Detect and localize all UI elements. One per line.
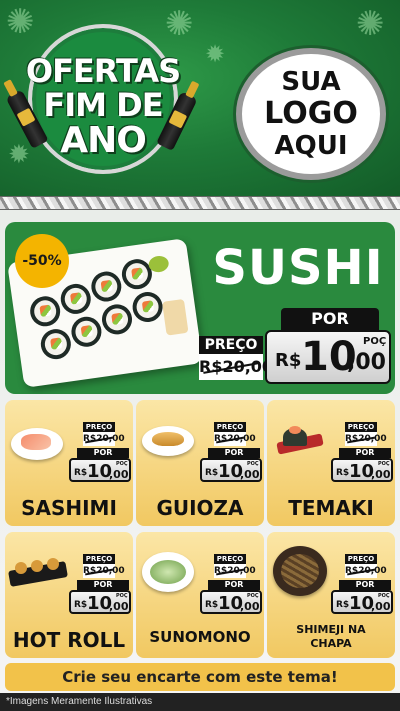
old-price: R$20,00 [214, 432, 256, 446]
price-cents: ,00 [347, 350, 386, 375]
new-price: R$ 10 ,00 POÇ [69, 458, 131, 482]
logo-line-2: LOGO [264, 96, 358, 131]
price-block: PREÇO R$20,00 POR R$ 10 ,00 POÇ [200, 422, 262, 484]
product-name-line-1: SHIMEJI NA [296, 623, 366, 636]
old-price: R$20,00 [199, 354, 273, 380]
price-block: PREÇO R$20,00 POR R$ 10 ,00 POÇ [69, 422, 131, 484]
old-price: R$20,00 [345, 432, 387, 446]
product-name-line-2: CHAPA [310, 637, 352, 650]
sashimi-image [11, 428, 63, 460]
product-card-temaki: PREÇO R$20,00 POR R$ 10 ,00 POÇ TEMAKI [267, 400, 395, 526]
badge-line-2: FIM DE [43, 86, 163, 124]
new-price: R$ 10 ,00 POÇ [331, 458, 393, 482]
offer-flyer: ✺ ✺ ✹ ✺ ✹ OFERTAS FIM DE ANO SUA LOGO AQ… [0, 0, 400, 711]
product-name: SUNOMONO [149, 628, 251, 646]
new-price: R$ 10 ,00 POÇ [200, 458, 262, 482]
firework-icon: ✺ [356, 4, 385, 44]
product-card-shimeji: PREÇO R$20,00 POR R$ 10 ,00 POÇ SHIMEJI … [267, 532, 395, 658]
rope-divider [0, 196, 400, 210]
badge-line-3: ANO [60, 120, 147, 161]
price-block: PREÇO R$20,00 POR R$ 10 ,00 POÇ [69, 554, 131, 616]
currency-symbol: R$ [275, 350, 302, 371]
por-label: POR [281, 308, 379, 330]
product-name: GUIOZA [156, 496, 244, 520]
old-price: R$20,00 [83, 564, 125, 578]
new-price: R$ 10 ,00 POÇ [69, 590, 131, 614]
product-card-sashimi: PREÇO R$20,00 POR R$ 10 ,00 POÇ SASHIMI [5, 400, 133, 526]
new-price: R$ 10 ,00 POÇ [331, 590, 393, 614]
product-name: SASHIMI [21, 496, 117, 520]
hero-offer: -50% SUSHI POR PREÇO R$20,00 R$ 10 ,00 P… [5, 222, 395, 394]
guioza-image [142, 426, 194, 456]
preco-label: PREÇO [199, 336, 263, 354]
old-price: R$20,00 [83, 432, 125, 446]
hero-title: SUSHI [212, 240, 384, 296]
hot-roll-image [8, 558, 68, 587]
discount-badge: -50% [15, 234, 69, 288]
logo-line-3: AQUI [274, 131, 348, 161]
product-name: HOT ROLL [12, 628, 126, 652]
product-card-hot-roll: PREÇO R$20,00 POR R$ 10 ,00 POÇ HOT ROLL [5, 532, 133, 658]
new-price: R$ 10 ,00 POÇ [200, 590, 262, 614]
price-block: PREÇO R$20,00 POR R$ 10 ,00 POÇ [200, 554, 262, 616]
new-price: R$ 10 ,00 POÇ [265, 330, 391, 384]
temaki-image [273, 426, 327, 456]
price-block: PREÇO R$20,00 POR R$ 10 ,00 POÇ [331, 554, 393, 616]
product-card-guioza: PREÇO R$20,00 POR R$ 10 ,00 POÇ GUIOZA [136, 400, 264, 526]
sunomono-image [142, 552, 194, 592]
cta-banner: Crie seu encarte com este tema! [5, 663, 395, 691]
shimeji-image [273, 546, 327, 596]
product-card-sunomono: PREÇO R$20,00 POR R$ 10 ,00 POÇ SUNOMONO [136, 532, 264, 658]
disclaimer-note: *Imagens Meramente Ilustrativas [0, 693, 400, 711]
logo-line-1: SUA [281, 67, 341, 97]
old-price: R$20,00 [345, 564, 387, 578]
product-name: TEMAKI [288, 496, 374, 520]
price-block: PREÇO R$20,00 POR R$ 10 ,00 POÇ [331, 422, 393, 484]
old-price: R$20,00 [214, 564, 256, 578]
logo-placeholder: SUA LOGO AQUI [236, 48, 386, 180]
badge-line-1: OFERTAS [25, 52, 181, 90]
header-banner: ✺ ✺ ✹ ✺ ✹ OFERTAS FIM DE ANO SUA LOGO AQ… [0, 0, 400, 196]
unit-label: POÇ [363, 336, 387, 347]
firework-icon: ✹ [205, 40, 226, 68]
ofertas-badge: OFERTAS FIM DE ANO [5, 24, 198, 174]
ginger-image [162, 298, 189, 336]
